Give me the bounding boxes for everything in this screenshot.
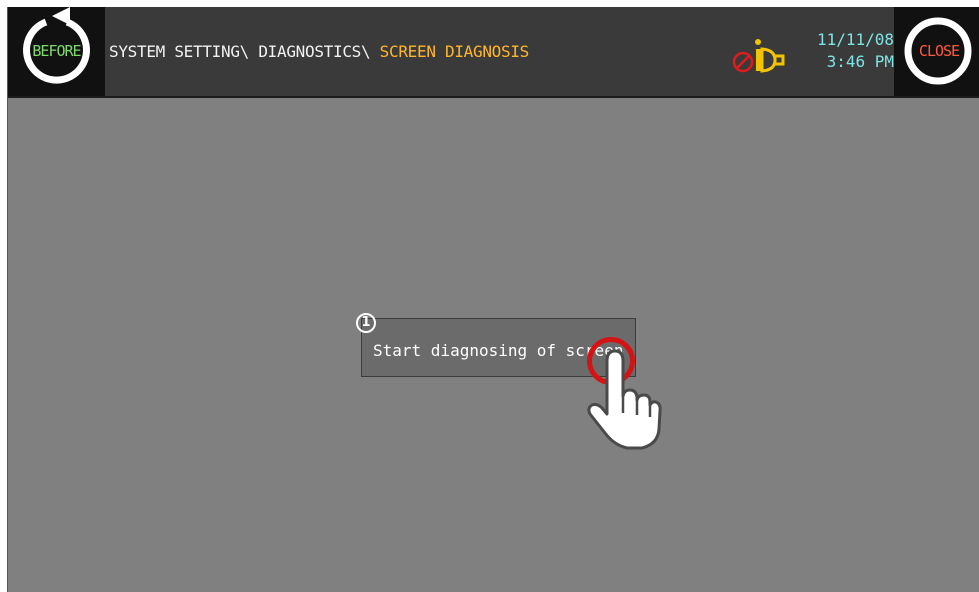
pointing-hand-icon	[587, 349, 662, 450]
time-text: 3:46 PM	[826, 52, 894, 71]
date-text: 11/11/08	[816, 30, 894, 49]
breadcrumb-current: SCREEN DIAGNOSIS	[379, 42, 530, 61]
close-button[interactable]: CLOSE	[894, 7, 979, 96]
alarm-muted-bell-icon[interactable]	[731, 30, 793, 76]
before-label: BEFORE	[32, 42, 81, 60]
step-number-badge: 1	[356, 313, 376, 333]
header-bar: BEFORE SYSTEM SETTING\ DIAGNOSTICS\ SCRE…	[8, 7, 979, 98]
breadcrumb-path: SYSTEM SETTING\ DIAGNOSTICS\	[109, 42, 380, 61]
close-label: CLOSE	[918, 42, 960, 60]
date-time-display: 11/11/08 3:46 PM	[798, 29, 894, 73]
breadcrumb: SYSTEM SETTING\ DIAGNOSTICS\ SCREEN DIAG…	[109, 42, 529, 61]
before-button[interactable]: BEFORE	[8, 7, 105, 96]
hmi-screen: BEFORE SYSTEM SETTING\ DIAGNOSTICS\ SCRE…	[7, 7, 979, 592]
